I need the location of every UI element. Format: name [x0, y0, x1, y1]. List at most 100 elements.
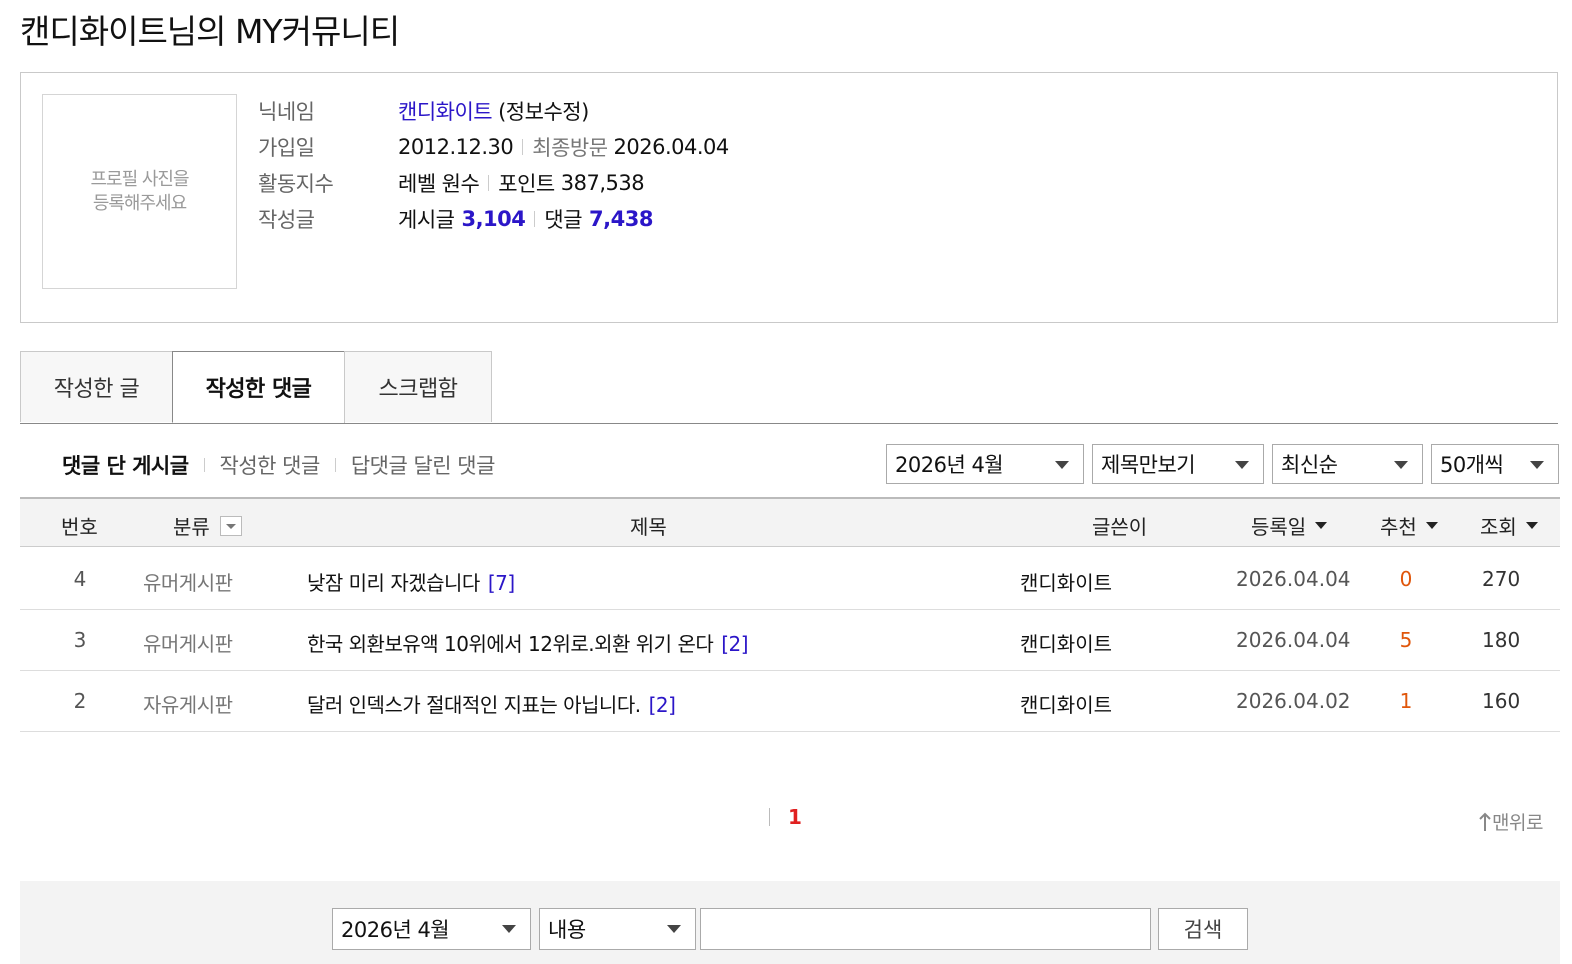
- back-to-top-link[interactable]: 맨위로: [1478, 808, 1543, 835]
- search-field-select[interactable]: 내용: [539, 908, 696, 950]
- row-recommend: 1: [1399, 689, 1413, 713]
- pagination: 1: [769, 805, 802, 829]
- tab-scraps[interactable]: 스크랩함: [344, 351, 492, 422]
- row-views: 270: [1482, 567, 1521, 591]
- view-mode-select[interactable]: 제목만보기: [1092, 444, 1264, 484]
- last-visit-label: 최종방문: [532, 136, 608, 160]
- photo-placeholder-line2: 등록해주세요: [92, 192, 187, 214]
- profile-photo-placeholder[interactable]: 프로필 사진을 등록해주세요: [42, 94, 237, 289]
- month-select[interactable]: 2026년 4월: [886, 444, 1084, 484]
- level-value: 원수: [441, 172, 480, 196]
- tab-written-posts[interactable]: 작성한 글: [20, 351, 173, 422]
- divider: [534, 211, 536, 227]
- point-value: 387,538: [560, 171, 645, 195]
- search-input[interactable]: [700, 908, 1151, 950]
- row-title[interactable]: 낮잠 미리 자겠습니다 [7]: [307, 567, 515, 596]
- header-recommend-label: 추천: [1380, 515, 1417, 539]
- table-row: 2 자유게시판 달러 인덱스가 절대적인 지표는 아닙니다. [2] 캔디화이트 …: [20, 671, 1560, 732]
- row-category[interactable]: 유머게시판: [143, 628, 233, 657]
- header-date[interactable]: 등록일: [1251, 511, 1328, 540]
- row-no: 3: [73, 628, 87, 652]
- row-comment-count[interactable]: [7]: [488, 571, 515, 595]
- edit-profile-link[interactable]: (정보수정): [498, 96, 589, 126]
- row-writer[interactable]: 캔디화이트: [1020, 628, 1112, 657]
- header-views[interactable]: 조회: [1480, 511, 1538, 540]
- subnav-reply-comments[interactable]: 답댓글 달린 댓글: [351, 450, 496, 480]
- row-no: 2: [73, 689, 87, 713]
- posts-count[interactable]: 3,104: [461, 207, 525, 231]
- row-title[interactable]: 한국 외환보유액 10위에서 12위로.외환 위기 온다 [2]: [307, 628, 749, 657]
- page-size-value: 50개씩: [1440, 453, 1504, 477]
- row-writer[interactable]: 캔디화이트: [1020, 567, 1112, 596]
- view-mode-value: 제목만보기: [1101, 453, 1196, 477]
- back-to-top-label: 맨위로: [1492, 812, 1543, 834]
- join-date-label: 가입일: [258, 136, 315, 160]
- arrow-up-icon: [1479, 812, 1491, 831]
- row-title-text[interactable]: 낮잠 미리 자겠습니다: [307, 571, 480, 595]
- row-writer[interactable]: 캔디화이트: [1020, 689, 1112, 718]
- sort-down-icon: [1525, 522, 1538, 529]
- page-size-select[interactable]: 50개씩: [1431, 444, 1559, 484]
- header-recommend[interactable]: 추천: [1380, 511, 1438, 540]
- header-no: 번호: [61, 515, 98, 539]
- written-label: 작성글: [258, 208, 315, 232]
- comments-count[interactable]: 7,438: [589, 207, 653, 231]
- chevron-down-icon: [1055, 461, 1069, 469]
- header-category[interactable]: 분류: [173, 511, 242, 540]
- header-category-label: 분류: [173, 515, 210, 539]
- table-header: 번호 분류 제목 글쓴이 등록일 추천 조회: [20, 497, 1560, 547]
- row-date: 2026.04.02: [1236, 689, 1351, 713]
- row-recommend: 5: [1399, 628, 1413, 652]
- row-no: 4: [73, 567, 87, 591]
- row-title-text[interactable]: 한국 외환보유액 10위에서 12위로.외환 위기 온다: [307, 632, 714, 656]
- row-views: 160: [1482, 689, 1521, 713]
- divider: [334, 458, 336, 472]
- table-row: 4 유머게시판 낮잠 미리 자겠습니다 [7] 캔디화이트 2026.04.04 …: [20, 549, 1560, 610]
- divider: [488, 175, 490, 191]
- sort-value: 최신순: [1281, 453, 1338, 477]
- row-comment-count[interactable]: [2]: [721, 632, 748, 656]
- level-label: 레벨: [398, 172, 436, 196]
- row-recommend: 0: [1399, 567, 1413, 591]
- chevron-down-icon: [1530, 461, 1544, 469]
- header-date-label: 등록일: [1251, 515, 1307, 539]
- chevron-down-icon: [1394, 461, 1408, 469]
- chevron-down-icon: [502, 925, 516, 933]
- header-views-label: 조회: [1480, 515, 1517, 539]
- search-field-value: 내용: [548, 918, 586, 942]
- search-button[interactable]: 검색: [1158, 908, 1248, 950]
- header-title: 제목: [630, 515, 667, 539]
- row-date: 2026.04.04: [1236, 567, 1351, 591]
- profile-info: 닉네임 캔디화이트 (정보수정) 가입일 2012.12.30 최종방문 202…: [258, 93, 729, 237]
- row-views: 180: [1482, 628, 1521, 652]
- row-category[interactable]: 유머게시판: [143, 567, 233, 596]
- search-month-select[interactable]: 2026년 4월: [332, 908, 531, 950]
- photo-placeholder-line1: 프로필 사진을: [90, 168, 189, 190]
- divider: [522, 139, 524, 155]
- row-title-text[interactable]: 달러 인덱스가 절대적인 지표는 아닙니다.: [307, 693, 641, 717]
- nickname-link[interactable]: 캔디화이트: [398, 96, 493, 126]
- join-date: 2012.12.30: [398, 135, 514, 159]
- chevron-down-icon: [667, 925, 681, 933]
- sort-down-icon: [1315, 522, 1328, 529]
- page-title: 캔디화이트님의 MY커뮤니티: [20, 12, 400, 51]
- tab-bar: 작성한 글 작성한 댓글 스크랩함: [20, 351, 1558, 424]
- activity-label: 활동지수: [258, 172, 334, 196]
- tab-written-comments[interactable]: 작성한 댓글: [172, 351, 345, 423]
- current-page[interactable]: 1: [788, 805, 802, 829]
- last-visit-date: 2026.04.04: [613, 135, 730, 159]
- nickname-label: 닉네임: [258, 100, 315, 124]
- table-row: 3 유머게시판 한국 외환보유액 10위에서 12위로.외환 위기 온다 [2] …: [20, 610, 1560, 671]
- subnav-my-comments[interactable]: 작성한 댓글: [220, 450, 321, 480]
- row-title[interactable]: 달러 인덱스가 절대적인 지표는 아닙니다. [2]: [307, 689, 676, 718]
- search-area: 2026년 4월 내용 검색: [20, 881, 1560, 964]
- header-writer: 글쓴이: [1092, 515, 1148, 539]
- row-category[interactable]: 자유게시판: [143, 689, 233, 718]
- point-label: 포인트: [498, 172, 555, 196]
- category-filter-icon[interactable]: [219, 515, 242, 536]
- subnav-commented-posts[interactable]: 댓글 단 게시글: [62, 450, 189, 480]
- posts-label: 게시글: [398, 208, 455, 232]
- search-month-value: 2026년 4월: [341, 918, 450, 942]
- row-comment-count[interactable]: [2]: [649, 693, 676, 717]
- sort-select[interactable]: 최신순: [1272, 444, 1423, 484]
